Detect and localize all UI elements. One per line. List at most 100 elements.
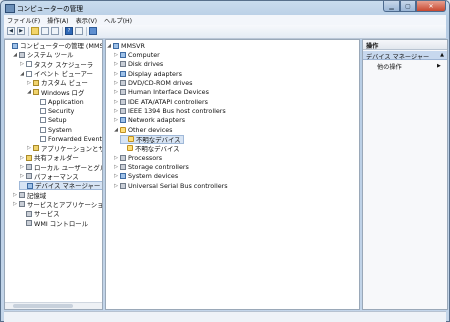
console-tree-item[interactable]: Application bbox=[33, 97, 84, 106]
expand-arrow-icon[interactable]: ▷ bbox=[113, 108, 119, 114]
device-tree-item[interactable]: ◢ Other devices bbox=[113, 125, 173, 134]
expand-arrow-icon[interactable]: ▷ bbox=[113, 99, 119, 105]
node-icon bbox=[120, 154, 126, 161]
console-tree-item[interactable]: ▷ タスク スケジューラ bbox=[19, 60, 93, 69]
node-icon bbox=[120, 164, 126, 171]
forward-icon[interactable]: ▶ bbox=[17, 27, 25, 35]
tree-item-label: IDE ATA/ATAPI controllers bbox=[128, 97, 208, 106]
tree-item-label: Other devices bbox=[128, 125, 173, 134]
expand-arrow-icon[interactable]: ◢ bbox=[12, 52, 18, 58]
device-tree-item[interactable]: 不明なデバイス bbox=[120, 134, 184, 144]
console-tree-item[interactable]: ▷ ローカル ユーザーとグルー bbox=[19, 163, 102, 172]
device-tree-item[interactable]: ▷ DVD/CD-ROM drives bbox=[113, 78, 192, 87]
actions-section-device-manager[interactable]: デバイス マネージャー ▲ bbox=[363, 51, 447, 61]
tree-item-label: 不明なデバイス bbox=[135, 144, 180, 153]
device-tree-item[interactable]: ▷ System devices bbox=[113, 172, 178, 181]
expand-arrow-icon[interactable]: ▷ bbox=[19, 61, 25, 67]
expand-arrow-icon[interactable]: ▷ bbox=[113, 52, 119, 58]
device-tree-item[interactable]: ▷ Storage controllers bbox=[113, 163, 189, 172]
expand-arrow-icon[interactable]: ▷ bbox=[113, 80, 119, 86]
tree-item-label: System devices bbox=[128, 172, 179, 181]
device-tree-item[interactable]: ▷ IEEE 1394 Bus host controllers bbox=[113, 106, 226, 115]
node-icon bbox=[12, 42, 18, 49]
node-icon bbox=[120, 107, 126, 114]
console-tree-item[interactable]: ◢ システム ツール bbox=[12, 50, 74, 59]
node-icon bbox=[19, 201, 25, 208]
close-button[interactable]: ✕ bbox=[416, 1, 446, 12]
minimize-button[interactable]: ▁ bbox=[383, 1, 400, 12]
expand-arrow-icon[interactable]: ▷ bbox=[113, 173, 119, 179]
tree-item-label: コンピューターの管理 (MMSVR) bbox=[20, 42, 102, 50]
expand-arrow-icon[interactable]: ▷ bbox=[113, 71, 119, 77]
console-tree-item[interactable]: コンピューターの管理 (MMSVR) bbox=[5, 41, 102, 50]
device-tree-item[interactable]: ▷ Network adapters bbox=[113, 116, 185, 125]
device-tree-item[interactable]: ▷ Processors bbox=[113, 153, 162, 162]
expand-arrow-icon[interactable]: ◢ bbox=[26, 89, 32, 95]
scan-hardware-icon[interactable] bbox=[89, 27, 97, 35]
console-tree-item[interactable]: Setup bbox=[33, 116, 67, 125]
expand-arrow-icon[interactable]: ▷ bbox=[19, 164, 25, 170]
console-tree-item[interactable]: ◢ イベント ビューアー bbox=[19, 69, 93, 78]
device-tree-item[interactable]: ◢ MMSVR bbox=[106, 41, 145, 50]
properties-icon[interactable] bbox=[51, 27, 59, 35]
device-tree-item[interactable]: ▷ Display adapters bbox=[113, 69, 182, 78]
console-tree-item[interactable]: ▷ サービスとアプリケーション bbox=[12, 200, 102, 209]
device-tree-item[interactable]: ▷ Universal Serial Bus controllers bbox=[113, 181, 228, 190]
expand-arrow-icon[interactable]: ▷ bbox=[113, 117, 119, 123]
console-tree-item[interactable]: ▷ 共有フォルダー bbox=[19, 153, 79, 162]
expand-arrow-icon[interactable]: ◢ bbox=[106, 43, 112, 49]
node-icon bbox=[120, 70, 126, 77]
back-icon[interactable]: ◀ bbox=[7, 27, 15, 35]
node-icon bbox=[33, 145, 39, 152]
expand-arrow-icon[interactable]: ▷ bbox=[19, 173, 25, 179]
console-tree-item[interactable]: Security bbox=[33, 106, 74, 115]
console-tree-item[interactable]: ▷ 記憶域 bbox=[12, 191, 46, 200]
console-tree-item[interactable]: WMI コントロール bbox=[19, 219, 88, 228]
device-tree-item[interactable]: ▷ Computer bbox=[113, 50, 160, 59]
menu-file[interactable]: ファイル(F) bbox=[4, 15, 44, 25]
expand-arrow-icon[interactable]: ▷ bbox=[12, 192, 18, 198]
more-actions-item[interactable]: 他の操作 bbox=[377, 62, 402, 71]
console-tree-item[interactable]: ◢ Windows ログ bbox=[26, 88, 84, 97]
node-icon bbox=[40, 117, 46, 124]
expand-arrow-icon[interactable]: ▷ bbox=[113, 183, 119, 189]
expand-arrow-icon[interactable]: ▷ bbox=[19, 155, 25, 161]
title-bar[interactable]: コンピューターの管理 ▁ ▢ ✕ bbox=[1, 1, 449, 14]
menu-action[interactable]: 操作(A) bbox=[44, 15, 72, 25]
maximize-button[interactable]: ▢ bbox=[400, 1, 416, 12]
show-action-pane-icon[interactable] bbox=[75, 27, 83, 35]
expand-arrow-icon[interactable]: ◢ bbox=[19, 71, 25, 77]
expand-arrow-icon[interactable]: ▷ bbox=[12, 201, 18, 207]
expand-arrow-icon[interactable]: ▷ bbox=[113, 164, 119, 170]
expand-arrow-icon[interactable]: ▷ bbox=[113, 61, 119, 67]
device-tree-item[interactable]: ▷ IDE ATA/ATAPI controllers bbox=[113, 97, 208, 106]
device-tree-item[interactable]: ▷ Disk drives bbox=[113, 60, 163, 69]
expand-arrow-icon[interactable]: ▷ bbox=[113, 89, 119, 95]
show-hide-tree-icon[interactable] bbox=[41, 27, 49, 35]
node-icon bbox=[120, 182, 126, 189]
help-icon[interactable]: ? bbox=[65, 27, 73, 35]
console-tree-item[interactable]: ▷ カスタム ビュー bbox=[26, 78, 88, 87]
expand-arrow-icon[interactable]: ◢ bbox=[113, 127, 119, 133]
console-tree-item[interactable]: ▷ パフォーマンス bbox=[19, 172, 79, 181]
console-tree-item[interactable]: ▷ アプリケーションとサー bbox=[26, 144, 102, 153]
expand-arrow-icon[interactable]: ▷ bbox=[26, 145, 32, 151]
expand-arrow-icon[interactable]: ▷ bbox=[26, 80, 32, 86]
console-tree-item[interactable]: デバイス マネージャー bbox=[19, 181, 102, 191]
device-tree-item[interactable]: 不明なデバイス bbox=[120, 144, 180, 153]
tree-item-label: Security bbox=[48, 106, 75, 115]
collapse-icon[interactable]: ▲ bbox=[440, 52, 444, 58]
console-tree-item[interactable]: System bbox=[33, 125, 72, 134]
device-tree-item[interactable]: ▷ Human Interface Devices bbox=[113, 88, 209, 97]
console-tree-item[interactable]: Forwarded Events bbox=[33, 135, 102, 144]
horizontal-scrollbar[interactable] bbox=[5, 302, 102, 309]
node-icon bbox=[113, 42, 119, 49]
menu-help[interactable]: ヘルプ(H) bbox=[101, 15, 136, 25]
console-tree-item[interactable]: サービス bbox=[19, 209, 60, 218]
tree-item-label: パフォーマンス bbox=[34, 172, 79, 181]
menu-view[interactable]: 表示(V) bbox=[73, 15, 101, 25]
up-folder-icon[interactable] bbox=[31, 27, 39, 35]
node-icon bbox=[40, 126, 46, 133]
tree-item-label: System bbox=[48, 125, 72, 134]
expand-arrow-icon[interactable]: ▷ bbox=[113, 155, 119, 161]
